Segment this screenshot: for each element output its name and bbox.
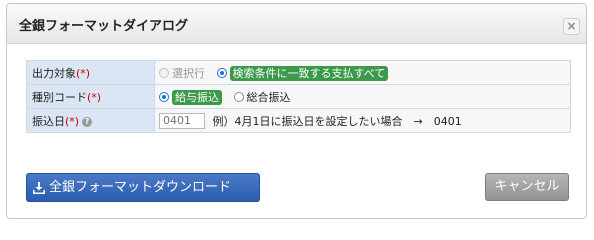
zengin-format-dialog: 全銀フォーマットダイアログ × 出力対象(*) 選択行 検索条件に一致する支払す… — [6, 3, 587, 219]
transfer-date-input[interactable] — [159, 112, 205, 129]
required-mark: (*) — [65, 114, 80, 128]
required-mark: (*) — [87, 90, 102, 104]
radio-circle[interactable] — [159, 91, 169, 102]
form-row-type-code: 種別コード(*) 給与振込 総合振込 — [26, 84, 571, 109]
radio-selected-rows[interactable]: 選択行 — [159, 65, 205, 81]
transfer-date-label: 振込日(*)? — [26, 108, 155, 133]
transfer-date-value: 例）4月1日に振込日を設定したい場合 → 0401 — [154, 108, 571, 133]
output-target-label: 出力対象(*) — [26, 60, 155, 85]
radio-salary-transfer[interactable]: 給与振込 — [159, 89, 222, 105]
dialog-title: 全銀フォーマットダイアログ — [19, 19, 189, 34]
form-row-output-target: 出力対象(*) 選択行 検索条件に一致する支払すべて — [26, 60, 571, 85]
form-row-transfer-date: 振込日(*)? 例）4月1日に振込日を設定したい場合 → 0401 — [26, 108, 571, 133]
radio-all-matching-payments[interactable]: 検索条件に一致する支払すべて — [216, 65, 389, 81]
close-button[interactable]: × — [563, 18, 580, 35]
dialog-titlebar: 全銀フォーマットダイアログ × — [7, 4, 586, 44]
type-code-label: 種別コード(*) — [26, 84, 155, 109]
radio-circle[interactable] — [233, 91, 244, 102]
download-icon — [33, 181, 45, 194]
question-icon[interactable]: ? — [82, 116, 93, 127]
radio-circle[interactable] — [216, 67, 227, 78]
close-icon: × — [566, 19, 577, 33]
type-code-options: 給与振込 総合振込 — [154, 84, 571, 109]
output-target-options: 選択行 検索条件に一致する支払すべて — [154, 60, 571, 85]
required-mark: (*) — [76, 66, 91, 80]
transfer-date-example: 例）4月1日に振込日を設定したい場合 → 0401 — [212, 114, 462, 128]
form-table: 出力対象(*) 選択行 検索条件に一致する支払すべて 種別コード(*) 給与振込 — [26, 60, 571, 133]
radio-general-transfer[interactable]: 総合振込 — [233, 89, 291, 105]
cancel-button[interactable]: キャンセル — [485, 173, 569, 201]
radio-circle[interactable] — [159, 67, 169, 78]
zengin-download-button[interactable]: 全銀フォーマットダウンロード — [26, 173, 260, 202]
